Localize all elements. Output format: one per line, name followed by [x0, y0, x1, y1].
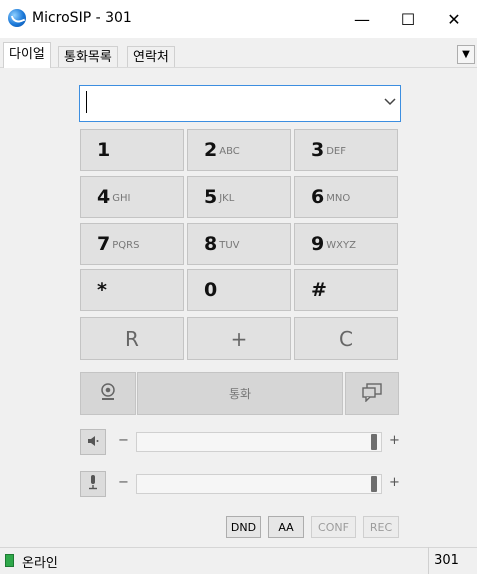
- minimize-button[interactable]: —: [339, 0, 385, 38]
- speaker-minus: −: [118, 433, 129, 448]
- key-digit: 1: [97, 139, 111, 161]
- key-letters: WXYZ: [326, 240, 356, 251]
- dnd-toggle[interactable]: DND: [226, 516, 261, 538]
- toggle-label: REC: [369, 520, 393, 534]
- key-letters: JKL: [219, 193, 235, 204]
- record-toggle[interactable]: REC: [363, 516, 399, 538]
- key-digit: #: [311, 279, 327, 301]
- key-digit: 6: [311, 186, 325, 208]
- video-call-button[interactable]: [80, 372, 136, 415]
- message-button[interactable]: [345, 372, 399, 415]
- key-4[interactable]: 4 GHI: [80, 176, 184, 218]
- key-letters: PQRS: [112, 240, 140, 251]
- key-6[interactable]: 6 MNO: [294, 176, 398, 218]
- mic-volume-thumb[interactable]: [371, 476, 377, 492]
- key-digit: 7: [97, 233, 111, 255]
- tab-label: 다이얼: [9, 47, 45, 62]
- status-text[interactable]: 온라인: [22, 552, 58, 571]
- key-0[interactable]: 0: [187, 269, 291, 311]
- key-digit: 3: [311, 139, 325, 161]
- tab-dialer[interactable]: 다이얼: [3, 42, 51, 68]
- minimize-icon: —: [354, 9, 370, 29]
- chevron-down-icon[interactable]: [384, 95, 396, 109]
- toggle-label: AA: [278, 520, 294, 534]
- mic-volume-slider[interactable]: [136, 474, 382, 494]
- microphone-icon: [86, 474, 100, 494]
- redial-button[interactable]: R: [80, 317, 184, 360]
- key-7[interactable]: 7 PQRS: [80, 223, 184, 265]
- key-letters: DEF: [326, 146, 347, 157]
- online-status-icon: [5, 554, 14, 567]
- clear-button[interactable]: C: [294, 317, 398, 360]
- key-letters: GHI: [112, 193, 131, 204]
- key-3[interactable]: 3 DEF: [294, 129, 398, 171]
- key-label: +: [230, 326, 248, 351]
- key-label: C: [339, 326, 353, 351]
- key-label: R: [125, 326, 139, 351]
- key-digit: 0: [204, 279, 218, 301]
- mic-plus: +: [389, 475, 400, 490]
- tab-menu-button[interactable]: ▼: [457, 45, 475, 64]
- key-hash[interactable]: #: [294, 269, 398, 311]
- tab-call-history[interactable]: 통화목록: [58, 46, 118, 67]
- conference-toggle[interactable]: CONF: [311, 516, 356, 538]
- window-title: MicroSIP - 301: [32, 10, 132, 26]
- key-letters: MNO: [326, 193, 351, 204]
- key-digit: 5: [204, 186, 218, 208]
- call-label: 통화: [228, 387, 252, 401]
- call-button[interactable]: 통화: [137, 372, 343, 415]
- key-8[interactable]: 8 TUV: [187, 223, 291, 265]
- key-digit: *: [97, 279, 107, 301]
- speaker-volume-thumb[interactable]: [371, 434, 377, 450]
- auto-answer-toggle[interactable]: AA: [268, 516, 304, 538]
- chat-bubble-icon: [361, 382, 383, 406]
- text-caret: [86, 91, 87, 113]
- key-letters: ABC: [219, 146, 240, 157]
- key-star[interactable]: *: [80, 269, 184, 311]
- plus-button[interactable]: +: [187, 317, 291, 360]
- key-digit: 2: [204, 139, 218, 161]
- extension-label: 301: [434, 553, 459, 568]
- mic-minus: −: [118, 475, 129, 490]
- microsip-logo-icon: [8, 9, 26, 27]
- key-9[interactable]: 9 WXYZ: [294, 223, 398, 265]
- maximize-icon: ☐: [400, 9, 416, 29]
- maximize-button[interactable]: ☐: [385, 0, 431, 38]
- toggle-label: CONF: [318, 520, 349, 534]
- webcam-icon: [98, 382, 118, 406]
- key-letters: TUV: [219, 240, 240, 251]
- status-bar: [0, 547, 477, 574]
- key-2[interactable]: 2 ABC: [187, 129, 291, 171]
- mic-mute-button[interactable]: [80, 471, 106, 497]
- number-input[interactable]: [79, 85, 401, 122]
- key-digit: 8: [204, 233, 218, 255]
- close-button[interactable]: ✕: [431, 0, 477, 38]
- speaker-mute-button[interactable]: [80, 429, 106, 455]
- extension-number: 301: [428, 547, 464, 574]
- tab-contacts[interactable]: 연락처: [127, 46, 175, 67]
- tab-label: 통화목록: [64, 50, 112, 65]
- dropdown-triangle-icon: ▼: [462, 49, 470, 60]
- toggle-label: DND: [230, 520, 257, 534]
- key-5[interactable]: 5 JKL: [187, 176, 291, 218]
- speaker-icon: [86, 433, 100, 452]
- key-1[interactable]: 1: [80, 129, 184, 171]
- key-digit: 4: [97, 186, 111, 208]
- tab-label: 연락처: [133, 50, 169, 65]
- speaker-plus: +: [389, 433, 400, 448]
- key-digit: 9: [311, 233, 325, 255]
- speaker-volume-slider[interactable]: [136, 432, 382, 452]
- close-icon: ✕: [447, 9, 461, 29]
